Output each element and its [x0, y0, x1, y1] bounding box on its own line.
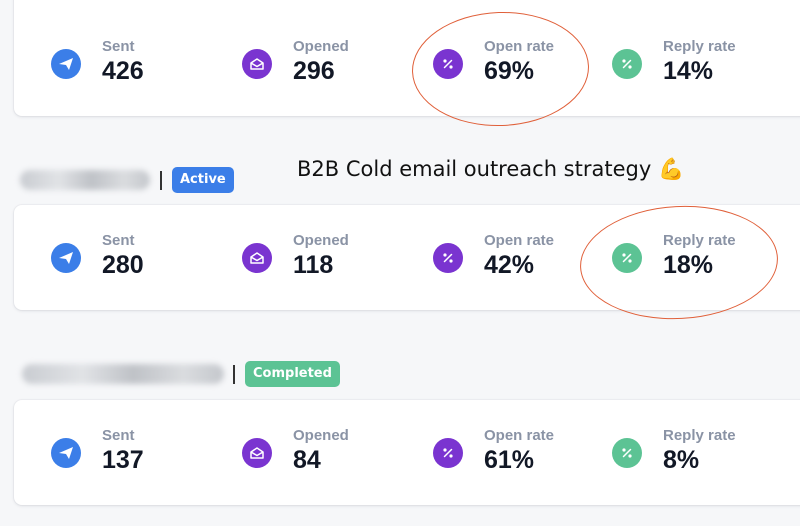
separator	[233, 365, 235, 384]
send-icon	[51, 438, 81, 468]
stat-value: 137	[102, 446, 144, 474]
status-badge-active: Active	[172, 167, 234, 193]
stat-value: 18%	[663, 251, 714, 279]
stat-value: 118	[293, 251, 334, 279]
stat-label: Open rate	[484, 38, 555, 55]
stat-label: Reply rate	[663, 427, 736, 444]
stat-value: 84	[293, 446, 321, 474]
stat-label: Open rate	[484, 427, 555, 444]
stat-label: Open rate	[484, 232, 555, 249]
annotation-text: B2B Cold email outreach strategy 💪	[297, 157, 685, 181]
status-badge-completed: Completed	[245, 361, 340, 387]
percent-icon	[612, 243, 642, 273]
stat-value: 14%	[663, 57, 714, 85]
percent-icon	[433, 243, 463, 273]
stat-value: 42%	[484, 251, 535, 279]
stat-label: Reply rate	[663, 232, 736, 249]
percent-icon	[433, 49, 463, 79]
stat-value: 426	[102, 57, 144, 85]
stat-value: 61%	[484, 446, 535, 474]
send-icon	[51, 49, 81, 79]
stat-label: Opened	[293, 232, 349, 249]
open-envelope-icon	[242, 243, 272, 273]
stat-label: Opened	[293, 427, 349, 444]
stat-value: 280	[102, 251, 144, 279]
stat-label: Opened	[293, 38, 349, 55]
campaign-stats-card: Sent 137 Opened 84 Open rate 61% Reply r…	[14, 400, 800, 505]
separator	[160, 171, 162, 190]
open-envelope-icon	[242, 438, 272, 468]
stat-value: 69%	[484, 57, 535, 85]
campaign-stats-card: Sent 426 Opened 296 Open rate 69% Reply …	[14, 0, 800, 116]
campaign-name-blurred[interactable]	[22, 364, 224, 384]
stat-label: Sent	[102, 38, 135, 55]
percent-icon	[612, 438, 642, 468]
send-icon	[51, 243, 81, 273]
stat-label: Sent	[102, 427, 135, 444]
campaign-name-blurred[interactable]	[20, 170, 150, 190]
percent-icon	[612, 49, 642, 79]
campaign-stats-card: Sent 280 Opened 118 Open rate 42% Reply …	[14, 205, 800, 310]
stat-label: Sent	[102, 232, 135, 249]
open-envelope-icon	[242, 49, 272, 79]
stat-value: 8%	[663, 446, 700, 474]
stat-value: 296	[293, 57, 335, 85]
stat-label: Reply rate	[663, 38, 736, 55]
percent-icon	[433, 438, 463, 468]
